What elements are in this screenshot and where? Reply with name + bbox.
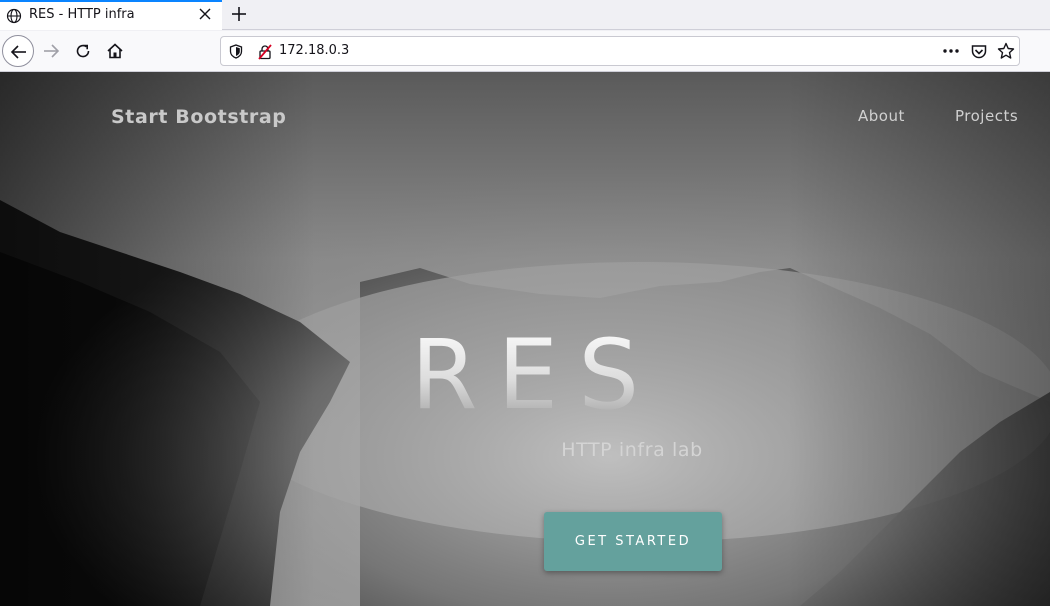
nav-link-about[interactable]: About [858, 107, 905, 125]
url-text[interactable]: 172.18.0.3 [279, 43, 349, 58]
tab-strip: RES - HTTP infra [0, 0, 1050, 30]
nav-toolbar: 172.18.0.3 [0, 31, 1050, 72]
forward-arrow-icon[interactable] [42, 42, 60, 60]
plus-icon[interactable] [229, 4, 249, 24]
hero-title: RES [0, 320, 1050, 430]
home-icon[interactable] [106, 42, 124, 60]
get-started-button[interactable]: GET STARTED [544, 512, 722, 571]
site-brand[interactable]: Start Bootstrap [111, 106, 287, 128]
pocket-icon[interactable] [970, 43, 988, 61]
close-icon[interactable] [198, 7, 212, 21]
globe-icon [6, 8, 22, 24]
back-arrow-icon [10, 45, 26, 59]
tab-active[interactable]: RES - HTTP infra [0, 0, 222, 30]
back-button[interactable] [2, 35, 34, 67]
star-icon[interactable] [997, 42, 1015, 60]
hero-subtitle: HTTP infra lab [561, 439, 703, 461]
nav-link-projects[interactable]: Projects [955, 107, 1018, 125]
more-dots-icon[interactable] [941, 43, 961, 59]
tab-title: RES - HTTP infra [29, 7, 135, 22]
insecure-lock-icon[interactable] [257, 44, 273, 60]
page-content: Start Bootstrap About Projects RES HTTP … [0, 72, 1050, 606]
url-bar[interactable]: 172.18.0.3 [220, 36, 1020, 66]
shield-icon[interactable] [229, 44, 243, 59]
reload-icon[interactable] [74, 42, 92, 60]
